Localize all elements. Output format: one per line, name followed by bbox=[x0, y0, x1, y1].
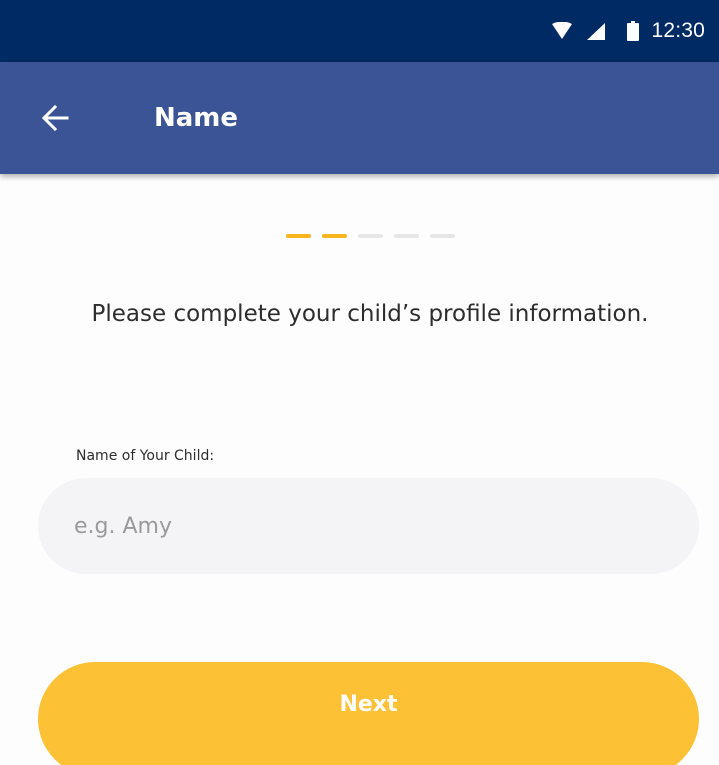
signal-icon bbox=[587, 22, 606, 40]
wifi-icon bbox=[552, 22, 573, 39]
child-name-input[interactable] bbox=[38, 478, 699, 574]
progress-step-complete bbox=[322, 234, 347, 238]
progress-step-pending bbox=[430, 234, 455, 238]
progress-step-complete bbox=[286, 234, 311, 238]
status-bar: 12:30 bbox=[0, 0, 719, 62]
progress-step-pending bbox=[394, 234, 419, 238]
step-progress-indicator bbox=[286, 234, 455, 238]
battery-icon bbox=[627, 21, 640, 41]
status-time: 12:30 bbox=[651, 19, 705, 42]
instruction-text: Please complete your child’s profile inf… bbox=[91, 301, 649, 327]
progress-step-pending bbox=[358, 234, 383, 238]
next-button[interactable]: Next bbox=[38, 662, 699, 765]
app-bar: Name bbox=[0, 62, 719, 174]
child-profile-screen: 12:30 Name Please complete your child’s … bbox=[0, 0, 719, 765]
page-title: Name bbox=[154, 103, 239, 133]
back-button[interactable] bbox=[30, 93, 80, 143]
child-name-label: Name of Your Child: bbox=[76, 448, 215, 464]
status-icons: 12:30 bbox=[551, 0, 705, 62]
arrow-left-icon bbox=[41, 104, 69, 132]
